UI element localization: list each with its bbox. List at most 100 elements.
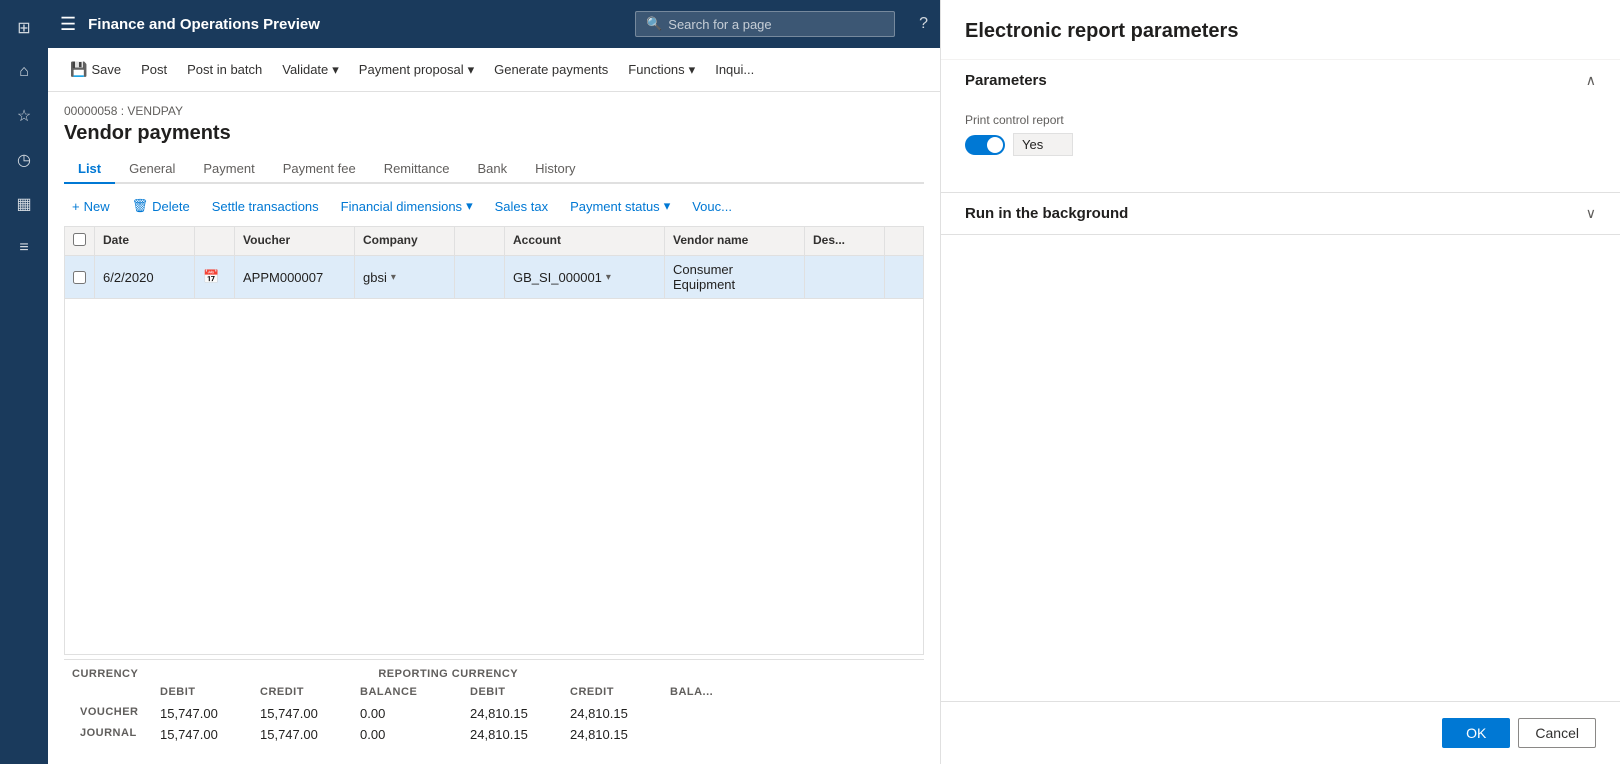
table-icon[interactable]: ▦ (4, 184, 44, 224)
cal-header (195, 227, 235, 255)
action-bar: + New 🗑 Delete Settle transactions Finan… (64, 194, 924, 218)
remittance-tab[interactable]: Remittance (370, 155, 464, 184)
panel-header: Electronic report parameters (941, 0, 1620, 60)
sales-tax-action[interactable]: Sales tax (487, 195, 556, 218)
post-button[interactable]: Post (131, 48, 177, 91)
account-dropdown-icon[interactable]: ▾ (606, 272, 611, 283)
parameters-section-title: Parameters (965, 72, 1047, 89)
run-background-section-header[interactable]: Run in the background ∨ (941, 193, 1620, 234)
search-box[interactable]: 🔍 (635, 11, 895, 37)
panel-title: Electronic report parameters (965, 20, 1596, 43)
search-icon: 🔍 (646, 16, 662, 32)
breadcrumb: 00000058 : VENDPAY (64, 104, 924, 118)
company-dropdown-icon[interactable]: ▾ (391, 272, 396, 283)
new-action[interactable]: + New (64, 195, 118, 218)
journal-summary-row: JOURNAL 15,747.00 15,747.00 0.00 24,810.… (64, 725, 924, 744)
select-all-checkbox[interactable] (73, 233, 86, 246)
delete-action[interactable]: 🗑 Delete (124, 194, 198, 218)
journal-r-balance (662, 725, 742, 744)
hamburger-icon[interactable]: ☰ (60, 14, 76, 35)
row-date-cell: 6/2/2020 (95, 256, 195, 298)
date-header: Date (95, 227, 195, 255)
app-title: Finance and Operations Preview (88, 16, 320, 33)
account-header: Account (505, 227, 665, 255)
search-input[interactable] (668, 17, 884, 32)
grid-header: Date Voucher Company Account Vendor name… (65, 227, 923, 256)
voucher-debit: 15,747.00 (152, 704, 252, 723)
sidebar: ⊞ ⌂ ☆ ◷ ▦ ≡ (0, 0, 48, 764)
parameters-section-header[interactable]: Parameters ∧ (941, 60, 1620, 101)
run-background-chevron-icon: ∨ (1586, 205, 1596, 222)
voucher-r-balance (662, 704, 742, 723)
parameters-chevron-icon: ∧ (1586, 72, 1596, 89)
row-check-cell[interactable] (65, 256, 95, 298)
vendor-header: Vendor name (665, 227, 805, 255)
print-control-report-label: Print control report (965, 113, 1596, 127)
financial-dimensions-action[interactable]: Financial dimensions ▾ (333, 194, 481, 218)
r-balance-col-label: BALA... (662, 684, 742, 700)
spacer (432, 684, 462, 700)
data-grid: Date Voucher Company Account Vendor name… (64, 226, 924, 655)
help-icon[interactable]: ? (919, 15, 928, 33)
journal-debit: 15,747.00 (152, 725, 252, 744)
account-arrow-header (455, 227, 505, 255)
print-control-toggle[interactable] (965, 135, 1005, 155)
functions-button[interactable]: Functions ▾ (618, 48, 705, 91)
bank-tab[interactable]: Bank (463, 155, 521, 184)
run-background-section: Run in the background ∨ (941, 193, 1620, 235)
page-title: Vendor payments (64, 122, 924, 145)
tabs: List General Payment Payment fee Remitta… (64, 155, 924, 184)
payment-fee-tab[interactable]: Payment fee (269, 155, 370, 184)
empty-label (72, 684, 152, 700)
cancel-button[interactable]: Cancel (1518, 718, 1596, 748)
settle-transactions-action[interactable]: Settle transactions (204, 195, 327, 218)
row-cal-cell[interactable]: 📅 (195, 256, 235, 298)
check-header (65, 227, 95, 255)
list-tab[interactable]: List (64, 155, 115, 184)
payment-proposal-dropdown-icon: ▾ (468, 62, 475, 78)
post-batch-button[interactable]: Post in batch (177, 48, 272, 91)
voucher-r-debit: 24,810.15 (462, 704, 562, 723)
row-account-cell: GB_SI_000001 ▾ (505, 256, 665, 298)
payment-tab[interactable]: Payment (189, 155, 268, 184)
voucher-credit: 15,747.00 (252, 704, 352, 723)
journal-row-label: JOURNAL (72, 725, 152, 744)
clock-icon[interactable]: ◷ (4, 140, 44, 180)
main-area: ☰ Finance and Operations Preview 🔍 ? 💾 S… (48, 0, 940, 764)
payment-proposal-button[interactable]: Payment proposal ▾ (349, 48, 484, 91)
footer-summary: CURRENCY REPORTING CURRENCY DEBIT CREDIT… (64, 659, 924, 752)
star-icon[interactable]: ☆ (4, 96, 44, 136)
voucher-summary-row: VOUCHER 15,747.00 15,747.00 0.00 24,810.… (64, 704, 924, 725)
vouch-action[interactable]: Vouc... (684, 195, 740, 218)
company-header: Company (355, 227, 455, 255)
r-debit-col-label: DEBIT (462, 684, 562, 700)
journal-credit: 15,747.00 (252, 725, 352, 744)
payment-status-dropdown-icon: ▾ (664, 198, 671, 214)
debit-col-label: DEBIT (152, 684, 252, 700)
inquiries-button[interactable]: Inqui... (705, 48, 764, 91)
validate-dropdown-icon: ▾ (332, 62, 339, 78)
currency-label: CURRENCY (72, 668, 138, 680)
financial-dimensions-dropdown-icon: ▾ (466, 198, 473, 214)
table-row[interactable]: 6/2/2020 📅 APPM000007 gbsi ▾ GB_SI_00000… (65, 256, 923, 299)
grid-icon[interactable]: ⊞ (4, 8, 44, 48)
journal-r-debit: 24,810.15 (462, 725, 562, 744)
home-icon[interactable]: ⌂ (4, 52, 44, 92)
r-credit-col-label: CREDIT (562, 684, 662, 700)
validate-button[interactable]: Validate ▾ (272, 48, 349, 91)
toggle-value: Yes (1013, 133, 1073, 156)
ok-button[interactable]: OK (1442, 718, 1510, 748)
list-icon[interactable]: ≡ (4, 228, 44, 268)
payment-status-action[interactable]: Payment status ▾ (562, 194, 678, 218)
voucher-row-label: VOUCHER (72, 704, 152, 723)
generate-payments-button[interactable]: Generate payments (484, 48, 618, 91)
general-tab[interactable]: General (115, 155, 189, 184)
spacer2 (432, 704, 462, 723)
panel-footer: OK Cancel (941, 701, 1620, 764)
row-desc-cell (805, 256, 885, 298)
history-tab[interactable]: History (521, 155, 589, 184)
parameters-section: Parameters ∧ Print control report Yes (941, 60, 1620, 193)
row-checkbox[interactable] (73, 271, 86, 284)
delete-icon: 🗑 (132, 198, 149, 214)
save-button[interactable]: 💾 Save (60, 48, 131, 91)
